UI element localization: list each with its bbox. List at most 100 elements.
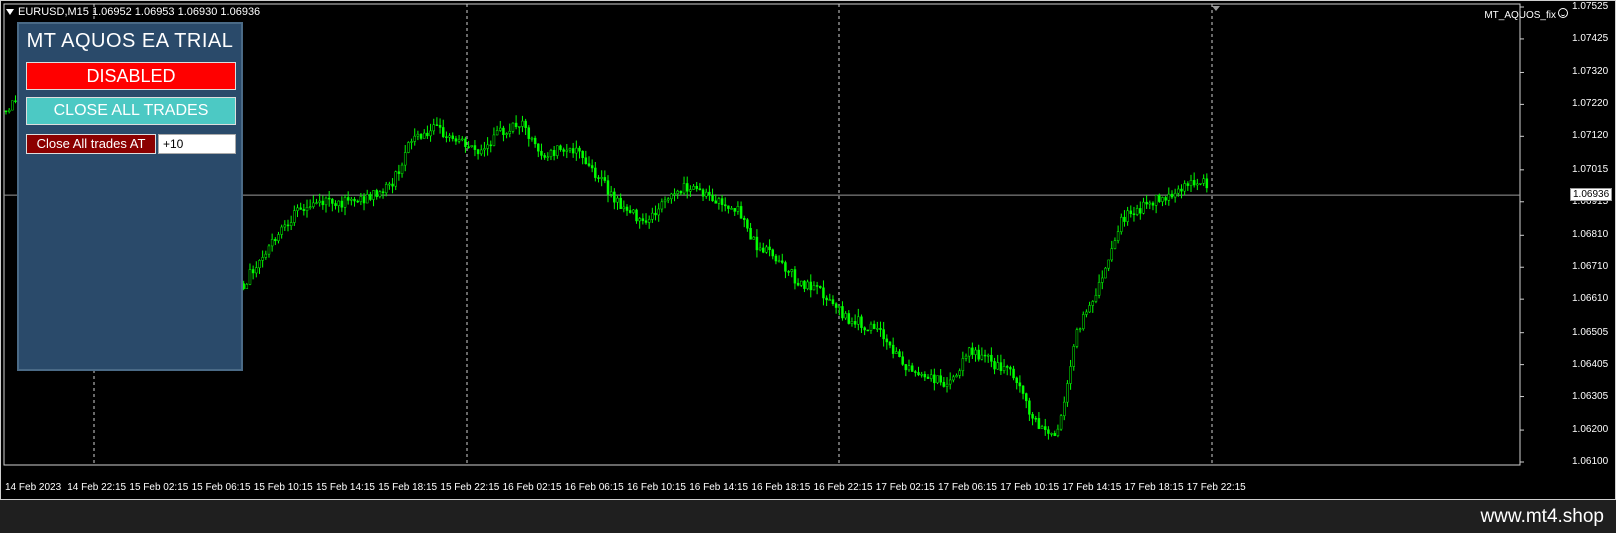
shift-marker-icon[interactable]: [1212, 6, 1220, 11]
time-label: 14 Feb 22:15: [67, 482, 127, 493]
close-all-trades-button[interactable]: CLOSE ALL TRADES: [26, 97, 236, 125]
time-label: 15 Feb 06:15: [191, 482, 251, 493]
candle-body: [432, 124, 435, 132]
candle-body: [749, 227, 752, 240]
close-at-profit-input[interactable]: [158, 134, 236, 154]
candle-body: [416, 133, 420, 137]
candle-body: [1110, 248, 1114, 261]
candle-body: [609, 191, 613, 195]
candle-body: [590, 165, 594, 169]
candle-body: [628, 210, 632, 213]
candle-body: [809, 281, 813, 291]
candle-body: [1113, 240, 1117, 249]
candle-body: [647, 219, 651, 223]
candle-body: [489, 144, 493, 147]
candle-body: [337, 200, 340, 206]
candle-body: [958, 370, 961, 376]
candle-body: [255, 267, 258, 274]
candle-body: [546, 156, 550, 159]
candle-body: [898, 351, 901, 357]
candle-body: [967, 347, 971, 357]
candle-body: [990, 354, 993, 362]
candle-body: [1132, 213, 1136, 215]
candle-body: [812, 285, 816, 291]
candle-body: [730, 208, 733, 210]
candle-body: [739, 206, 743, 219]
candle-body: [391, 183, 394, 187]
candle-body: [397, 171, 401, 174]
close-trades-at-button[interactable]: Close All trades AT: [26, 134, 156, 154]
candle-body: [571, 148, 575, 154]
candle-body: [381, 191, 385, 194]
candle-body: [711, 194, 714, 202]
dropdown-icon[interactable]: [6, 9, 14, 16]
candle-body: [1066, 383, 1069, 403]
candle-body: [904, 364, 908, 371]
candle-body: [673, 193, 676, 195]
candle-body: [1024, 393, 1028, 402]
candle-body: [939, 375, 942, 383]
candle-body: [1123, 216, 1126, 222]
current-price-tag: 1.06936: [1570, 188, 1613, 202]
time-label: 15 Feb 02:15: [129, 482, 189, 493]
candle-body: [733, 208, 736, 212]
candle-body: [441, 127, 445, 137]
candle-body: [1059, 415, 1063, 430]
candle-body: [907, 365, 911, 371]
candle-body: [521, 120, 524, 127]
candle-body: [676, 190, 679, 194]
candle-body: [331, 198, 334, 204]
candle-body: [847, 313, 851, 324]
candle-body: [533, 137, 537, 145]
candle-body: [1012, 368, 1015, 379]
candle-body: [695, 186, 698, 189]
candle-body: [815, 285, 819, 287]
candle-body: [714, 200, 717, 204]
candle-body: [857, 316, 860, 325]
time-label: 17 Feb 06:15: [938, 482, 997, 493]
smiley-icon: [1558, 8, 1568, 18]
candle-body: [327, 197, 331, 200]
candle-body: [11, 100, 14, 111]
candle-body: [1094, 295, 1098, 302]
candle-body: [448, 135, 451, 138]
candle-body: [926, 376, 930, 379]
candle-body: [508, 131, 512, 134]
candle-body: [838, 306, 841, 308]
candle-body: [289, 222, 293, 226]
candle-body: [1167, 193, 1171, 201]
candle-body: [454, 138, 458, 142]
candle-body: [689, 189, 692, 192]
candle-body: [359, 196, 363, 202]
candle-body: [1107, 259, 1110, 269]
candle-body: [657, 208, 660, 216]
candle-body: [280, 226, 283, 235]
candle-body: [556, 145, 559, 156]
candle-body: [1180, 188, 1183, 192]
ea-control-panel: MT AQUOS EA TRIAL DISABLED CLOSE ALL TRA…: [17, 22, 243, 371]
candle-body: [844, 313, 847, 319]
candle-body: [682, 183, 686, 194]
candle-body: [264, 253, 268, 258]
candle-body: [717, 198, 721, 204]
time-label: 14 Feb 2023: [5, 482, 62, 493]
candle-body: [1104, 267, 1107, 279]
candle-body: [1091, 301, 1095, 306]
candle-body: [388, 183, 391, 186]
candle-body: [616, 197, 619, 203]
candle-body: [692, 186, 695, 190]
candle-body: [834, 303, 838, 308]
candle-body: [660, 201, 664, 210]
ea-status-button[interactable]: DISABLED: [26, 62, 236, 90]
candle-body: [1164, 197, 1167, 201]
candle-body: [346, 197, 350, 201]
candle-body: [372, 190, 375, 200]
candle-body: [755, 236, 759, 251]
candle-body: [701, 189, 705, 197]
candle-body: [619, 197, 622, 210]
candle-body: [1189, 180, 1193, 186]
candle-body: [698, 188, 702, 191]
time-label: 17 Feb 10:15: [1000, 482, 1060, 493]
candle-body: [955, 375, 958, 378]
candle-body: [258, 260, 261, 268]
